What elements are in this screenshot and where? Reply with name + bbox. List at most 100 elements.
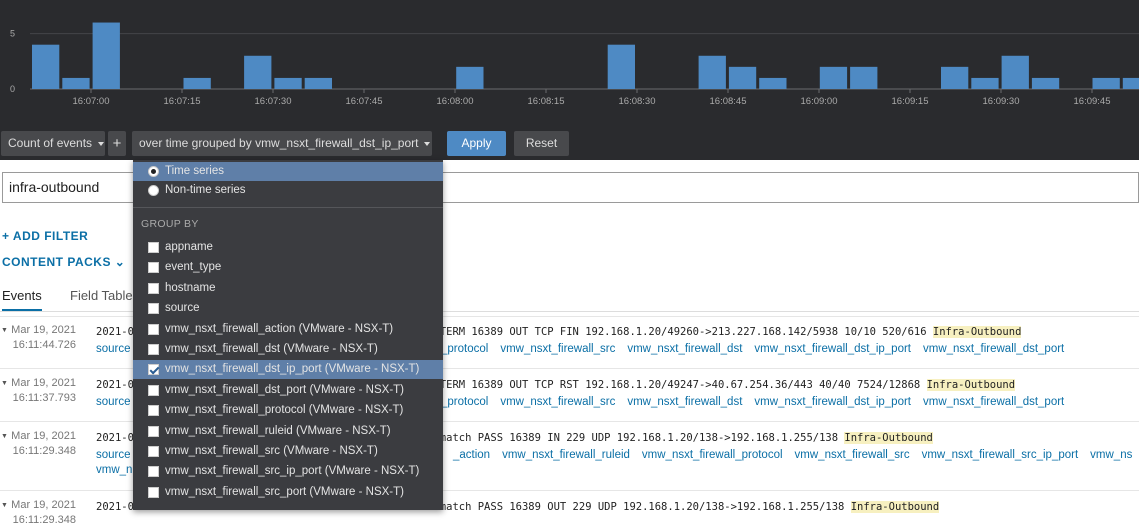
- field-links-right: _protocol vmw_nsxt_firewall_src vmw_nsxt_f…: [441, 343, 1076, 355]
- expand-icon[interactable]: ▼: [1, 327, 8, 334]
- option-label: source: [165, 302, 200, 315]
- field-link[interactable]: vmw_nsxt_firewall_src: [500, 343, 615, 355]
- checkbox-icon: [148, 323, 159, 335]
- event-text-prefix: 2021-0: [96, 379, 134, 391]
- event-timestamp: Mar 19, 2021 16:11:44.726: [10, 323, 76, 353]
- checkbox-icon: [148, 242, 159, 253]
- group-by-option[interactable]: vmw_nsxt_firewall_dst (VMware - NSX-T): [133, 340, 443, 359]
- field-link[interactable]: vmw_nsxt_firewall_dst_port: [923, 396, 1064, 408]
- histogram-bar: [456, 66, 484, 89]
- x-tick-label: 16:08:15: [528, 96, 565, 107]
- checkbox-icon: [148, 303, 159, 315]
- checkbox-icon: [148, 384, 159, 396]
- add-aggregation-button[interactable]: +: [108, 131, 126, 156]
- field-link[interactable]: vmw_nsxt_firewall_dst_ip_port: [754, 343, 911, 355]
- event-date: Mar 19, 2021: [11, 324, 76, 336]
- field-link[interactable]: vmw_ns: [1090, 449, 1132, 461]
- field-link[interactable]: _action: [453, 449, 490, 461]
- expand-icon[interactable]: ▼: [1, 502, 8, 509]
- option-label: vmw_nsxt_firewall_dst_port (VMware - NSX…: [165, 383, 405, 396]
- histogram-bar: [92, 22, 120, 90]
- field-link[interactable]: vmw_nsxt_firewall_dst: [627, 396, 742, 408]
- field-link[interactable]: _protocol: [441, 396, 488, 408]
- option-label: event_type: [165, 261, 222, 274]
- field-link[interactable]: vmw_n: [96, 464, 132, 476]
- group-by-option[interactable]: vmw_nsxt_firewall_ruleid (VMware - NSX-T…: [133, 422, 443, 441]
- tab-events[interactable]: Events: [2, 288, 42, 311]
- x-tick-label: 16:08:45: [710, 96, 747, 107]
- histogram-bar: [304, 77, 332, 89]
- group-by-select[interactable]: over time grouped by vmw_nsxt_firewall_d…: [132, 131, 432, 156]
- dropdown-divider: [133, 207, 443, 208]
- histogram-bar: [1122, 77, 1139, 89]
- field-link[interactable]: source: [96, 396, 131, 408]
- group-by-option[interactable]: vmw_nsxt_firewall_src_port (VMware - NSX…: [133, 483, 443, 502]
- checkbox-icon: [148, 486, 159, 498]
- group-by-option[interactable]: vmw_nsxt_firewall_dst_port (VMware - NSX…: [133, 381, 443, 400]
- chevron-down-icon: [424, 141, 431, 146]
- histogram-bar: [819, 66, 848, 89]
- field-link[interactable]: vmw_nsxt_firewall_src: [795, 449, 910, 461]
- chart-toolbar: Count of events + over time grouped by v…: [0, 125, 1139, 160]
- y-tick-label: 5: [10, 29, 15, 39]
- group-by-option[interactable]: vmw_nsxt_firewall_protocol (VMware - NSX…: [133, 401, 443, 420]
- field-link[interactable]: source: [96, 343, 131, 355]
- event-text-prefix: 2021-0: [96, 326, 134, 338]
- group-by-option[interactable]: vmw_nsxt_firewall_dst_ip_port (VMware - …: [133, 360, 443, 380]
- option-non-time-series[interactable]: Non-time series: [133, 181, 443, 200]
- apply-button[interactable]: Apply: [447, 131, 506, 156]
- event-histogram: 5 0 16:07:00 16:07:15 16:07:30 16:07:45 16:08:…: [0, 0, 1139, 125]
- option-label: appname: [165, 241, 213, 253]
- checkbox-icon: [148, 262, 159, 274]
- content-packs-link[interactable]: CONTENT PACKS ⌄: [2, 255, 125, 269]
- group-by-option[interactable]: vmw_nsxt_firewall_src (VMware - NSX-T): [133, 442, 443, 461]
- group-by-option[interactable]: vmw_nsxt_firewall_src_ip_port (VMware - …: [133, 462, 443, 481]
- checkbox-icon: [148, 466, 159, 478]
- tab-field-table[interactable]: Field Table: [70, 288, 133, 303]
- group-by-option[interactable]: source: [133, 299, 443, 318]
- field-link[interactable]: source: [96, 449, 131, 461]
- histogram-bar: [728, 66, 757, 89]
- event-date: Mar 19, 2021: [11, 377, 76, 389]
- field-links-right: _protocol vmw_nsxt_firewall_src vmw_nsxt_f…: [441, 396, 1076, 408]
- option-label: vmw_nsxt_firewall_src (VMware - NSX-T): [165, 445, 378, 457]
- histogram-bar: [698, 55, 726, 89]
- field-link[interactable]: vmw_nsxt_firewall_dst_port: [923, 343, 1064, 355]
- expand-icon[interactable]: ▼: [1, 433, 8, 440]
- option-time-series[interactable]: Time series: [133, 162, 443, 181]
- option-label: Non-time series: [165, 184, 246, 196]
- group-by-header: GROUP BY: [141, 218, 199, 230]
- group-by-option[interactable]: vmw_nsxt_firewall_action (VMware - NSX-T…: [133, 320, 443, 339]
- group-by-option[interactable]: hostname: [133, 279, 443, 298]
- event-text-prefix: 2021-0: [96, 432, 134, 444]
- checkbox-icon: [148, 344, 159, 355]
- event-text: ac02ff INET TERM 16389 OUT TCP RST 192.1…: [363, 379, 927, 391]
- group-by-option[interactable]: appname: [133, 238, 443, 257]
- highlight-term: Infra-Outbound: [932, 326, 1022, 338]
- option-label: vmw_nsxt_firewall_protocol (VMware - NSX…: [165, 404, 404, 417]
- aggregation-select[interactable]: Count of events: [1, 131, 105, 156]
- field-link[interactable]: vmw_nsxt_firewall_dst_ip_port: [754, 396, 911, 408]
- y-tick-label: 0: [10, 84, 15, 94]
- event-timestamp: Mar 19, 2021 16:11:37.793: [10, 376, 76, 406]
- highlight-term: Infra-Outbound: [844, 432, 933, 444]
- field-link[interactable]: vmw_nsxt_firewall_src_ip_port: [922, 449, 1079, 461]
- field-link[interactable]: vmw_nsxt_firewall_dst: [627, 343, 742, 355]
- add-filter-link[interactable]: + ADD FILTER: [2, 229, 88, 243]
- group-by-label: over time grouped by vmw_nsxt_firewall_d…: [139, 136, 419, 150]
- event-timestamp: Mar 19, 2021 16:11:29.348: [10, 429, 76, 459]
- event-text-prefix: 2021-0: [96, 501, 134, 513]
- option-label: vmw_nsxt_firewall_dst (VMware - NSX-T): [165, 343, 378, 355]
- field-link[interactable]: vmw_nsxt_firewall_protocol: [642, 449, 783, 461]
- field-link[interactable]: vmw_nsxt_firewall_ruleid: [502, 449, 630, 461]
- checkbox-icon: [148, 282, 159, 294]
- reset-button[interactable]: Reset: [514, 131, 569, 156]
- group-by-option[interactable]: event_type: [133, 258, 443, 277]
- expand-icon[interactable]: ▼: [1, 380, 8, 387]
- field-link[interactable]: _protocol: [441, 343, 488, 355]
- field-link[interactable]: vmw_nsxt_firewall_src: [500, 396, 615, 408]
- x-tick-label: 16:09:00: [801, 96, 838, 107]
- event-time: 16:11:37.793: [12, 392, 76, 404]
- histogram-bar: [1031, 77, 1060, 89]
- histogram-bar: [1001, 55, 1029, 89]
